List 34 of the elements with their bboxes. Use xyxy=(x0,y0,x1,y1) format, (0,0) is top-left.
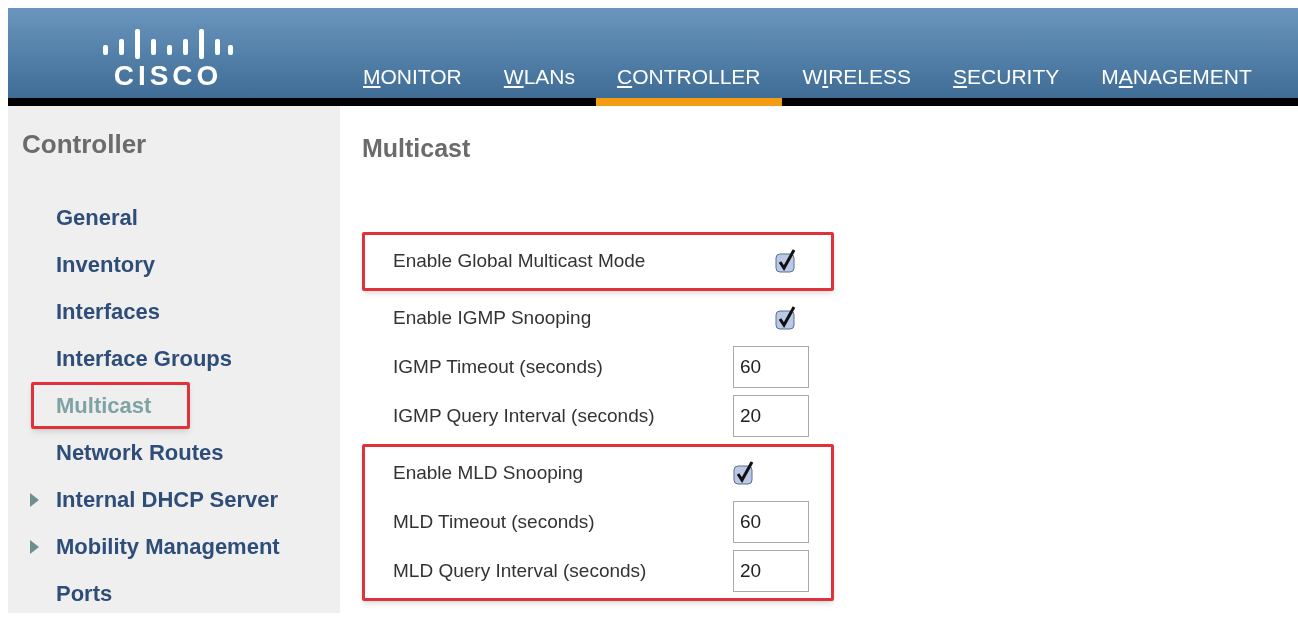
sidebar-item[interactable]: General xyxy=(53,198,141,237)
number-input[interactable]: 20 xyxy=(733,395,809,437)
sidebar-item[interactable]: Inventory xyxy=(53,245,159,284)
checkbox[interactable] xyxy=(733,461,755,485)
sidebar-item[interactable]: Network Routes xyxy=(53,433,227,472)
page-title: Multicast xyxy=(362,133,471,164)
checkbox[interactable] xyxy=(775,249,797,273)
sidebar-item[interactable]: Ports xyxy=(53,574,116,613)
nav-tab[interactable]: MONITOR xyxy=(342,64,483,106)
logo-bars-icon xyxy=(103,26,233,60)
sidebar-item[interactable]: Interface Groups xyxy=(53,339,236,378)
sidebar-title: Controller xyxy=(22,128,147,160)
expand-arrow-icon[interactable] xyxy=(30,539,39,554)
sidebar-item[interactable]: Interfaces xyxy=(53,292,163,331)
field-label: Enable Global Multicast Mode xyxy=(393,248,647,273)
field-label: IGMP Timeout (seconds) xyxy=(393,354,604,379)
nav-tab[interactable]: CONTROLLER xyxy=(596,64,782,106)
logo-text: CISCO xyxy=(113,62,223,90)
expand-arrow-icon[interactable] xyxy=(30,492,39,507)
number-input[interactable]: 60 xyxy=(733,501,809,543)
field-label: MLD Query Interval (seconds) xyxy=(393,558,648,583)
checkbox[interactable] xyxy=(775,306,797,330)
sidebar-item[interactable]: Mobility Management xyxy=(53,527,283,566)
nav-tab[interactable]: MANAGEMENT xyxy=(1080,64,1273,106)
field-label: Enable MLD Snooping xyxy=(393,460,585,485)
field-label: IGMP Query Interval (seconds) xyxy=(393,403,656,428)
nav-tab[interactable]: WLANs xyxy=(482,64,596,106)
number-input[interactable]: 60 xyxy=(733,346,809,388)
field-label: MLD Timeout (seconds) xyxy=(393,509,596,534)
nav-tab[interactable]: SECURITY xyxy=(932,64,1081,106)
number-input[interactable]: 20 xyxy=(733,550,809,592)
field-label: Enable IGMP Snooping xyxy=(393,305,593,330)
sidebar-item[interactable]: Internal DHCP Server xyxy=(53,480,282,519)
nav-tab[interactable]: WIRELESS xyxy=(781,64,933,106)
